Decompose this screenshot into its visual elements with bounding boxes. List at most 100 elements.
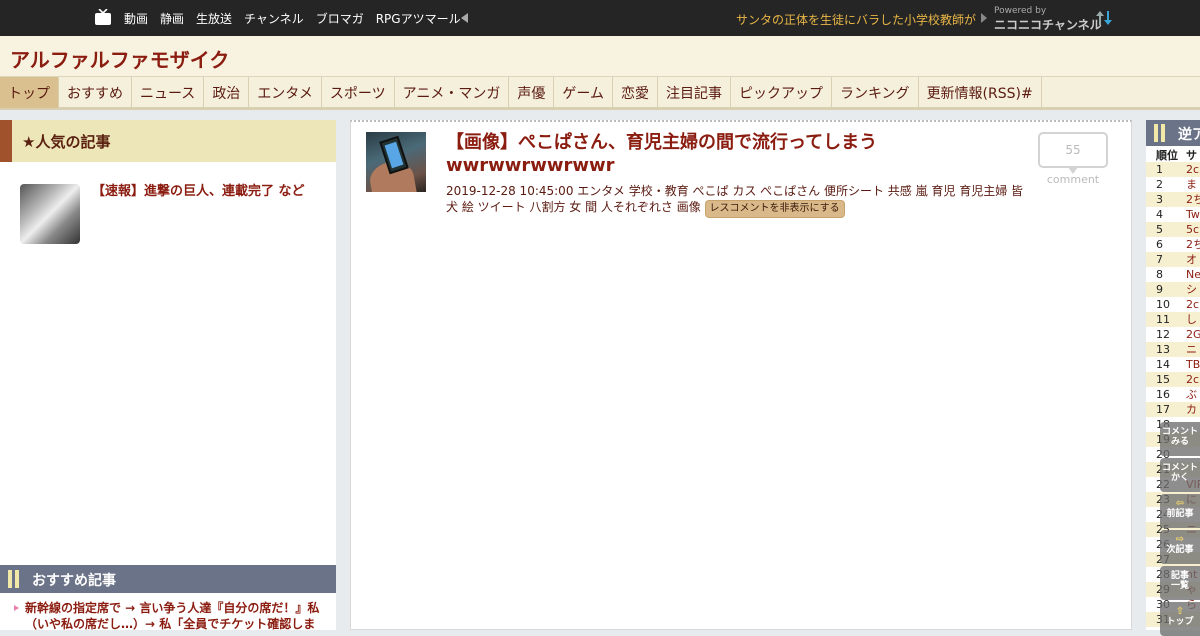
nav-romance[interactable]: 恋愛: [613, 77, 658, 108]
top-link-video[interactable]: 動画: [124, 10, 148, 27]
nav-politics[interactable]: 政治: [204, 77, 250, 108]
ranking-row[interactable]: 4 Tw: [1146, 207, 1200, 222]
section-bars-icon: [1154, 124, 1168, 146]
nav-top[interactable]: トップ: [0, 77, 59, 108]
ranking-rank: 11: [1156, 313, 1170, 326]
float-nav-label: 記事: [1170, 571, 1189, 581]
float-nav-button[interactable]: 記事 一覧: [1160, 566, 1200, 600]
ranking-row[interactable]: 13 ニ: [1146, 342, 1200, 357]
ranking-site[interactable]: し: [1186, 312, 1197, 327]
float-nav-label-2: みる: [1170, 437, 1189, 447]
ranking-rank: 14: [1156, 358, 1170, 371]
ranking-row[interactable]: 3 2ち: [1146, 192, 1200, 207]
ranking-site[interactable]: Ne: [1186, 267, 1200, 282]
headline-ticker[interactable]: サンタの正体を生徒にバラした小学校教師が: [736, 11, 976, 28]
ranking-site[interactable]: カ: [1186, 402, 1197, 417]
collapse-arrow-icon[interactable]: [461, 13, 468, 23]
recommended-article-title[interactable]: 新幹線の指定席で → 言い争う人達『自分の席だ！』私（いや私の席だし…）→ 私「…: [14, 600, 326, 632]
ranking-row[interactable]: 5 5c: [1146, 222, 1200, 237]
ranking-rank: 17: [1156, 403, 1170, 416]
ranking-row[interactable]: 17 カ: [1146, 402, 1200, 417]
ranking-rank: 8: [1156, 268, 1163, 281]
comment-label: comment: [1046, 173, 1100, 186]
ranking-site[interactable]: シ: [1186, 282, 1197, 297]
nav-anime-manga[interactable]: アニメ・マンガ: [395, 77, 510, 108]
float-nav-label-2: かく: [1170, 473, 1189, 483]
ranking-site[interactable]: 2c: [1186, 372, 1199, 387]
float-nav-label-2: 一覧: [1170, 581, 1189, 591]
left-sidebar: ★人気の記事 【速報】進撃の巨人、連載完了 など おすすめ記事 新幹線の指定席で…: [0, 120, 336, 632]
ranking-site[interactable]: ま: [1186, 177, 1197, 192]
article-meta: 2019-12-28 10:45:00 エンタメ 学校・教育 ぺこぱ カス ぺこ…: [446, 183, 1026, 218]
ranking-site[interactable]: オ: [1186, 252, 1197, 267]
ranking-row[interactable]: 15 2c: [1146, 372, 1200, 387]
ranking-row[interactable]: 11 し: [1146, 312, 1200, 327]
comment-count: 55: [1065, 143, 1081, 157]
nav-ranking[interactable]: ランキング: [832, 77, 919, 108]
popular-article-item[interactable]: 【速報】進撃の巨人、連載完了 など: [20, 184, 330, 246]
ranking-rank: 7: [1156, 253, 1163, 266]
nav-entertainment[interactable]: エンタメ: [249, 77, 322, 108]
ranking-site[interactable]: TB: [1186, 357, 1200, 372]
hide-comments-button[interactable]: レスコメントを非表示にする: [704, 200, 845, 218]
ranking-row[interactable]: 9シ: [1146, 282, 1200, 297]
ranking-row[interactable]: 8 Ne: [1146, 267, 1200, 282]
ranking-site[interactable]: 2c: [1186, 162, 1199, 177]
ranking-row[interactable]: 12 2G: [1146, 327, 1200, 342]
ranking-row[interactable]: 16 ぶ: [1146, 387, 1200, 402]
ranking-site[interactable]: ニ: [1186, 342, 1197, 357]
ranking-row[interactable]: 2ま: [1146, 177, 1200, 192]
ranking-site[interactable]: 2ち: [1186, 192, 1200, 207]
section-bars-icon: [8, 570, 22, 588]
comment-count-bubble[interactable]: 55: [1038, 132, 1108, 174]
ranking-row[interactable]: 1 2c: [1146, 162, 1200, 177]
recommended-article-item[interactable]: 新幹線の指定席で → 言い争う人達『自分の席だ！』私（いや私の席だし…）→ 私「…: [14, 600, 326, 632]
nav-voice-actor[interactable]: 声優: [509, 77, 555, 108]
float-nav-button[interactable]: ⇦ 前記事: [1160, 494, 1200, 528]
nav-featured[interactable]: 注目記事: [658, 77, 731, 108]
float-nav-label: 次記事: [1166, 545, 1194, 555]
ranking-rank: 3: [1156, 193, 1163, 206]
float-nav-button[interactable]: ⇨ 次記事: [1160, 530, 1200, 564]
ranking-site[interactable]: 5c: [1186, 222, 1199, 237]
article-title[interactable]: 【画像】ぺこぱさん、育児主婦の間で流行ってしまうwwrwwrwwrwwr: [446, 131, 986, 177]
ranking-site[interactable]: 2G: [1186, 327, 1200, 342]
ranking-site[interactable]: ぶ: [1186, 387, 1197, 402]
float-nav-button[interactable]: コメント みる: [1160, 422, 1200, 456]
ranking-row[interactable]: 14 TB: [1146, 357, 1200, 372]
ranking-row[interactable]: 10 2c: [1146, 297, 1200, 312]
ranking-rank: 13: [1156, 343, 1170, 356]
nav-news[interactable]: ニュース: [132, 77, 205, 108]
arrow-left-icon: ⇦: [1175, 498, 1185, 509]
nav-recommended[interactable]: おすすめ: [59, 77, 132, 108]
niconico-channel-logo[interactable]: ニコニコチャンネル: [994, 16, 1102, 33]
nav-game[interactable]: ゲーム: [554, 77, 613, 108]
float-nav-button[interactable]: ⇧ トップ: [1160, 602, 1200, 636]
ranking-row[interactable]: 7オ: [1146, 252, 1200, 267]
ranking-site[interactable]: Tw: [1186, 207, 1200, 222]
ranking-site[interactable]: 2c: [1186, 297, 1199, 312]
article-thumbnail[interactable]: [366, 132, 426, 192]
arrow-up-icon: ⇧: [1175, 606, 1185, 617]
powered-by-label: Powered by: [994, 6, 1047, 16]
ranking-rank: 6: [1156, 238, 1163, 251]
top-link-live[interactable]: 生放送: [196, 10, 232, 27]
site-title[interactable]: アルファルファモザイク: [10, 44, 229, 73]
ticker-next-icon[interactable]: [981, 13, 987, 23]
nav-sports[interactable]: スポーツ: [322, 77, 395, 108]
popular-article-title[interactable]: 【速報】進撃の巨人、連載完了 など: [92, 183, 332, 201]
top-link-still[interactable]: 静画: [160, 10, 184, 27]
niconico-tv-icon[interactable]: [94, 9, 112, 25]
nav-rss[interactable]: 更新情報(RSS)#: [919, 77, 1042, 108]
scroll-updown-icon[interactable]: [1094, 8, 1114, 28]
ranking-site[interactable]: 2ち: [1186, 237, 1200, 252]
bullet-triangle-icon: [14, 605, 19, 611]
top-link-rpg[interactable]: RPGアツマール: [376, 10, 461, 27]
nav-pickup[interactable]: ピックアップ: [731, 77, 832, 108]
popular-article-thumbnail[interactable]: [20, 184, 80, 244]
top-link-channel[interactable]: チャンネル: [244, 10, 304, 27]
top-link-blomaga[interactable]: ブロマガ: [316, 10, 364, 27]
float-nav-label: コメント: [1161, 463, 1198, 473]
float-nav-button[interactable]: コメント かく: [1160, 458, 1200, 492]
ranking-row[interactable]: 6 2ち: [1146, 237, 1200, 252]
